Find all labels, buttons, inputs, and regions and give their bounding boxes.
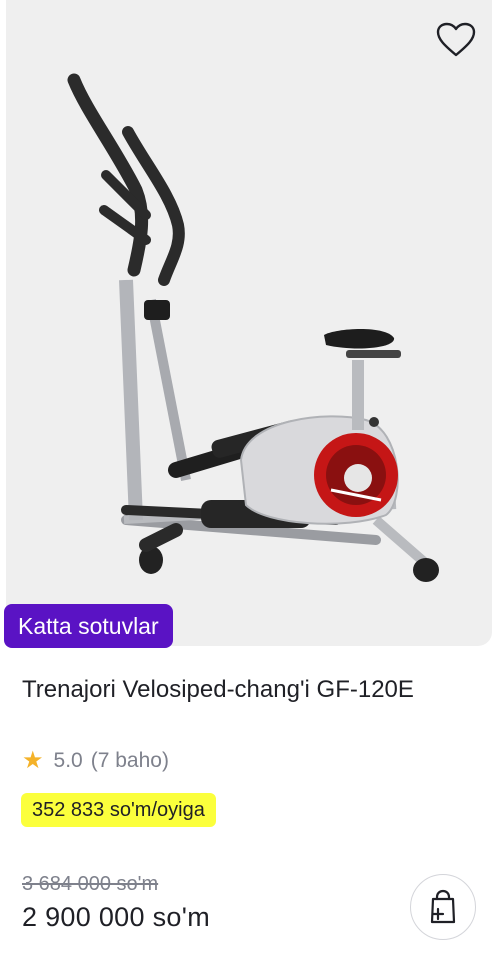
product-image [67, 73, 439, 582]
star-icon: ★ [22, 747, 44, 774]
rating: ★ 5.0 (7 baho) [22, 746, 169, 776]
bestseller-badge: Katta sotuvlar [4, 604, 173, 648]
rating-value: 5.0 [53, 749, 83, 772]
product-image-area[interactable] [6, 0, 492, 646]
rating-count: (7 baho) [90, 749, 169, 772]
product-title[interactable]: Trenajori Velosiped-chang'i GF-120E [22, 674, 462, 706]
current-price: 2 900 000 so'm [22, 902, 210, 932]
product-card[interactable]: Katta sotuvlar Trenajori Velosiped-chang… [0, 0, 492, 968]
installment-price-badge: 352 833 so'm/oyiga [21, 793, 216, 827]
heart-outline-icon [436, 22, 476, 57]
favorite-button[interactable] [434, 18, 478, 62]
add-to-cart-button[interactable] [410, 874, 476, 940]
shopping-bag-plus-icon [430, 889, 456, 924]
old-price: 3 684 000 so'm [22, 873, 159, 895]
